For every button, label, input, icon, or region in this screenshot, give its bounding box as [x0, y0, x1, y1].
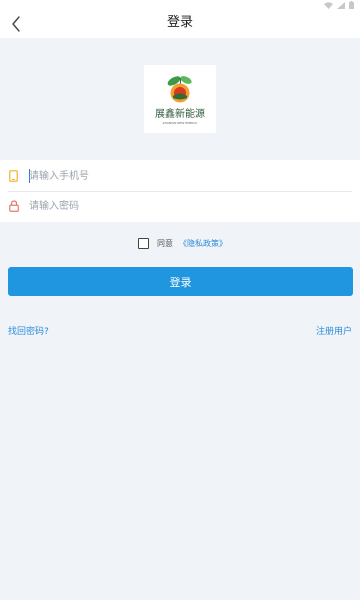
logo-emblem — [167, 75, 192, 102]
password-input[interactable] — [28, 196, 328, 216]
status-icons — [324, 0, 354, 10]
lock-icon — [9, 200, 19, 212]
phone-input[interactable] — [28, 166, 328, 186]
login-form — [0, 160, 360, 222]
signal-icon — [337, 1, 345, 9]
phone-row — [0, 161, 360, 191]
wifi-icon — [324, 1, 333, 9]
text-caret — [29, 169, 30, 183]
register-link[interactable]: 注册用户 — [316, 324, 352, 337]
logo-sub-text: ZHANXIN NEW ENERGY — [162, 120, 198, 125]
forgot-password-link[interactable]: 找回密码? — [8, 324, 49, 337]
login-button[interactable]: 登录 — [8, 267, 353, 296]
lock-icon-wrap — [0, 200, 28, 212]
battery-icon — [349, 1, 354, 9]
agree-checkbox[interactable] — [138, 237, 149, 249]
logo-brand-text: 展鑫新能源 — [155, 108, 205, 120]
status-bar — [0, 0, 360, 10]
agreement-row: 同意 《隐私政策》 — [138, 236, 227, 250]
app-logo: 展鑫新能源 ZHANXIN NEW ENERGY — [144, 65, 216, 133]
nav-bar: 登录 — [0, 10, 360, 38]
phone-icon — [9, 170, 18, 182]
agree-text: 同意 — [157, 238, 173, 248]
phone-icon-wrap — [0, 170, 28, 182]
page-title: 登录 — [166, 15, 193, 30]
privacy-policy-link[interactable]: 《隐私政策》 — [179, 238, 227, 249]
password-row — [0, 191, 360, 221]
